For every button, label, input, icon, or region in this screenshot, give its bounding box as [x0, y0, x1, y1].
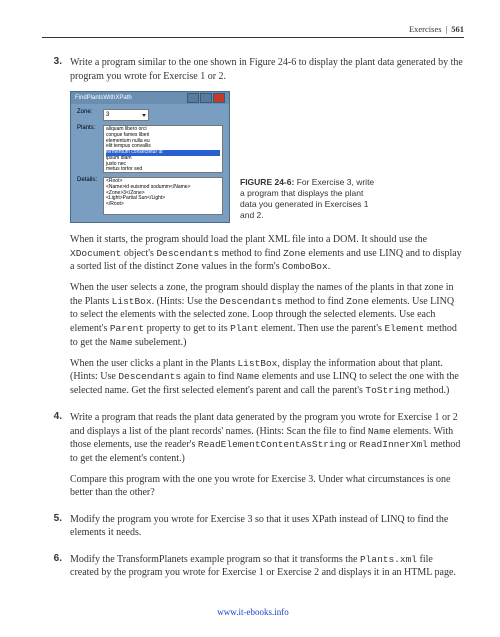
exercise-4: 4. Write a program that reads the plant … — [42, 411, 464, 507]
exercise-5: 5. Modify the program you wrote for Exer… — [42, 513, 464, 547]
max-icon[interactable] — [200, 93, 212, 103]
details-box: <Root> <Name>id euismod sodumm</Name> <Z… — [103, 177, 223, 215]
figure-caption: FIGURE 24-6: For Exercise 3, write a pro… — [240, 177, 380, 223]
paragraph: Modify the TransformPlanets example prog… — [70, 553, 464, 580]
paragraph: Write a program similar to the one shown… — [70, 56, 464, 83]
paragraph: Modify the program you wrote for Exercis… — [70, 513, 464, 540]
footer: www.it-ebooks.info — [42, 607, 464, 617]
min-icon[interactable] — [187, 93, 199, 103]
page-number: 561 — [451, 24, 464, 34]
details-label: Details: — [77, 177, 103, 215]
title-bar: FindPlantsWithXPath — [71, 92, 229, 104]
paragraph: When the user selects a zone, the progra… — [70, 281, 464, 349]
exercise-number: 3. — [42, 56, 70, 405]
zone-label: Zone: — [77, 109, 103, 121]
plants-label: Plants: — [77, 125, 103, 173]
paragraph: When it starts, the program should load … — [70, 233, 464, 274]
page-header: Exercises | 561 — [42, 24, 464, 38]
window-buttons — [187, 93, 225, 103]
close-icon[interactable] — [213, 93, 225, 103]
chevron-down-icon — [142, 114, 146, 117]
exercise-6: 6. Modify the TransformPlanets example p… — [42, 553, 464, 587]
section-label: Exercises — [409, 24, 442, 34]
zone-combobox[interactable]: 3 — [103, 109, 149, 121]
exercise-number: 5. — [42, 513, 70, 547]
paragraph: When the user clicks a plant in the Plan… — [70, 357, 464, 398]
app-window: FindPlantsWithXPath Zone: 3 Plants: aliq… — [70, 91, 230, 223]
plants-listbox[interactable]: aliquam libero orci congue fames liberi … — [103, 125, 223, 173]
exercise-number: 4. — [42, 411, 70, 507]
exercise-3: 3. Write a program similar to the one sh… — [42, 56, 464, 405]
figure-24-6: FindPlantsWithXPath Zone: 3 Plants: aliq… — [70, 91, 464, 223]
paragraph: Compare this program with the one you wr… — [70, 473, 464, 500]
paragraph: Write a program that reads the plant dat… — [70, 411, 464, 466]
exercise-number: 6. — [42, 553, 70, 587]
footer-link[interactable]: www.it-ebooks.info — [217, 607, 288, 617]
list-item[interactable]: metus tortor sed — [106, 167, 220, 173]
window-title: FindPlantsWithXPath — [75, 95, 132, 101]
